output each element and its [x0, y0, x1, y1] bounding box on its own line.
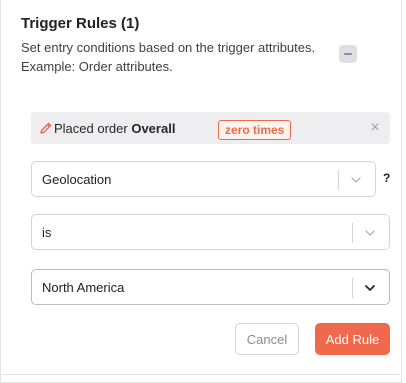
- help-icon[interactable]: ?: [383, 171, 390, 185]
- value-select[interactable]: North America: [31, 269, 390, 305]
- operator-select-value: is: [42, 225, 52, 240]
- trigger-rules-panel: Trigger Rules (1) Set entry conditions b…: [0, 0, 402, 383]
- chevron-down-icon[interactable]: [349, 173, 363, 187]
- operator-select[interactable]: is: [31, 214, 390, 250]
- add-rule-button[interactable]: Add Rule: [315, 323, 390, 355]
- rule-prefix: Placed order: [54, 121, 128, 136]
- value-select-value: North America: [42, 280, 125, 295]
- rule-card[interactable]: Placed order Overall zero times ×: [31, 112, 390, 144]
- rule-summary: Placed order Overall: [54, 121, 175, 136]
- attribute-select-value: Geolocation: [42, 172, 112, 187]
- chevron-down-icon[interactable]: [363, 226, 377, 240]
- close-icon[interactable]: ×: [367, 120, 383, 136]
- select-separator: [352, 278, 353, 298]
- collapse-button[interactable]: [339, 45, 357, 63]
- divider: [2, 374, 400, 375]
- minus-icon: [344, 53, 352, 55]
- rule-scope: Overall: [131, 121, 176, 136]
- chevron-down-icon[interactable]: [363, 281, 377, 295]
- select-separator: [338, 170, 339, 190]
- panel-description: Set entry conditions based on the trigge…: [21, 40, 316, 74]
- cancel-button[interactable]: Cancel: [235, 323, 299, 355]
- pencil-icon[interactable]: [39, 121, 53, 135]
- select-separator: [352, 223, 353, 243]
- frequency-badge: zero times: [218, 120, 292, 140]
- attribute-select[interactable]: Geolocation: [31, 161, 376, 197]
- panel-title: Trigger Rules (1): [21, 15, 140, 32]
